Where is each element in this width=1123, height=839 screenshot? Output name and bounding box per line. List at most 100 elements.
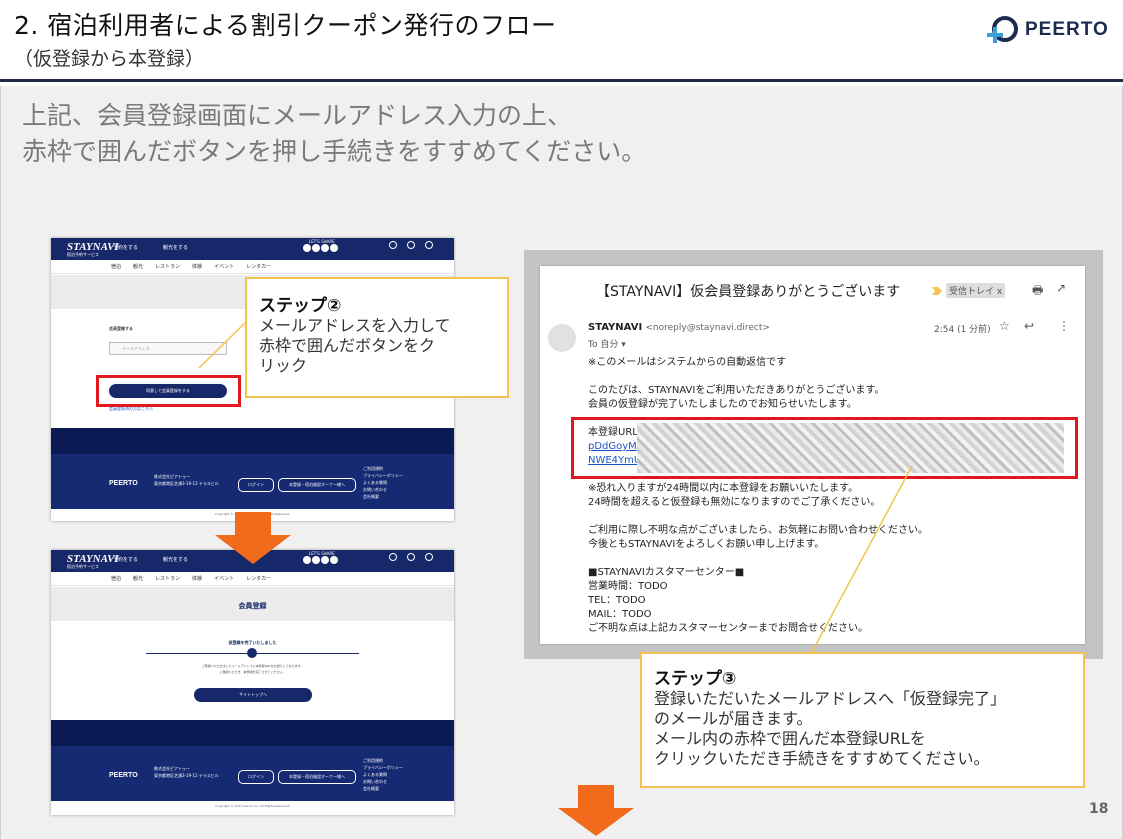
share-icon[interactable]: [303, 556, 311, 564]
subnav-item[interactable]: 宿泊: [111, 264, 121, 270]
footer-link[interactable]: お問い合わせ: [363, 779, 387, 785]
inbox-label[interactable]: 受信トレイ x: [946, 283, 1006, 298]
subnav-item[interactable]: レストラン: [155, 264, 180, 270]
header-link-sightseeing[interactable]: 観光をする: [163, 556, 188, 563]
email-body-line: 会員の仮登録が完了いたしましたのでお知らせいたします。: [588, 399, 857, 410]
share-icon[interactable]: [330, 244, 338, 252]
site-subnav: 宿泊 観光 レストラン 体験 イベント レンタカー: [51, 260, 454, 274]
share-icon[interactable]: [312, 556, 320, 564]
email-body: ※このメールはシステムからの自動返信です このたびは、STAYNAVIをご利用い…: [588, 356, 928, 636]
footer-link[interactable]: 会社概要: [363, 494, 379, 500]
step3-body: 登録いただいたメールアドレスへ「仮登録完了」 のメールが届きます。 メール内の赤…: [654, 689, 1071, 769]
share-icons: [303, 244, 338, 252]
avatar: [548, 324, 576, 352]
step2-title: ステップ②: [259, 296, 342, 316]
subnav-item[interactable]: 体験: [192, 576, 202, 582]
share-icon[interactable]: [321, 556, 329, 564]
sender-name: STAYNAVI: [588, 322, 643, 333]
footer-owner-button[interactable]: 本登録・宿泊施設オーナー様へ: [278, 478, 356, 492]
open-new-window-icon[interactable]: ↗: [1056, 281, 1066, 295]
email-body-line: 営業時間：TODO: [588, 581, 668, 592]
highlight-registration-url: [571, 417, 1078, 479]
subnav-item[interactable]: 観光: [133, 576, 143, 582]
more-icon[interactable]: ⋮: [1058, 319, 1070, 333]
step2-callout: ステップ② メールアドレスを入力して 赤枠で囲んだボタンをク リック: [245, 277, 509, 398]
register-icon[interactable]: [407, 241, 415, 249]
site-top-button[interactable]: サイトトップへ: [194, 688, 312, 702]
complete-note: ご登録いただきましたメールアドレスに本登録URLをお送りしております。: [201, 664, 304, 668]
email-time: 2:54 (1 分前): [934, 325, 991, 335]
subnav-item[interactable]: イベント: [214, 264, 234, 270]
lead-line: 赤枠で囲んだボタンを押し手続きをすすめてください。: [22, 137, 647, 166]
star-icon[interactable]: ☆: [999, 319, 1010, 333]
header-link-sightseeing[interactable]: 観光をする: [163, 244, 188, 251]
email-recipient[interactable]: To 自分 ▾: [588, 337, 626, 350]
login-icon[interactable]: [425, 553, 433, 561]
email-body-line: ※このメールはシステムからの自動返信です: [588, 357, 787, 368]
subnav-item[interactable]: レストラン: [155, 576, 180, 582]
footer-login-button[interactable]: ログイン: [238, 478, 274, 492]
site-footer: PEERTO 株式会社ピアトゥー 東京都港区芝浦3-19-12 テラスビル ログ…: [51, 454, 454, 509]
complete-message: 仮登録を完了いたしました: [228, 640, 277, 645]
footer-link[interactable]: ご利用規約: [363, 758, 383, 764]
email-body-line: [588, 370, 928, 384]
footer-link[interactable]: よくある質問: [363, 772, 387, 778]
step2-line: メールアドレスを入力して: [259, 316, 451, 335]
share-icon[interactable]: [330, 556, 338, 564]
email-body-line: 今後ともSTAYNAVIをよろしくお願い申し上げます。: [588, 539, 825, 550]
subnav-item[interactable]: 観光: [133, 264, 143, 270]
footer-link[interactable]: プライバシーポリシー: [363, 765, 403, 771]
reply-icon[interactable]: ↩: [1024, 319, 1034, 333]
subnav-item[interactable]: 体験: [192, 264, 202, 270]
site-dark-band: [51, 428, 454, 454]
header-link-reserve[interactable]: 予約をする: [113, 556, 138, 563]
email-body-line: 24時間を超えると仮登録も無効になりますのでご了承ください。: [588, 497, 881, 508]
subnav-item[interactable]: レンタカー: [246, 264, 271, 270]
slide-subtitle: （仮登録から本登録）: [14, 48, 205, 70]
footer-link[interactable]: ご利用規約: [363, 466, 383, 472]
site-footer: PEERTO 株式会社ピアトゥー 東京都港区芝浦3-19-12 テラスビル ログ…: [51, 746, 454, 801]
site-brand-sub: 宿泊予約サービス: [67, 564, 99, 569]
help-icon[interactable]: [389, 553, 397, 561]
footer-address: 東京都港区芝浦3-19-12 テラスビル: [154, 481, 219, 486]
footer-owner-button[interactable]: 本登録・宿泊施設オーナー様へ: [278, 770, 356, 784]
page-number: 18: [1089, 801, 1109, 817]
email-body-line: [588, 510, 928, 524]
footer-link[interactable]: 会社概要: [363, 786, 379, 792]
email-body-line: ご利用に際し不明な点がございましたら、お気軽にお問い合わせください。: [588, 525, 928, 536]
subnav-item[interactable]: イベント: [214, 576, 234, 582]
register-icon[interactable]: [407, 553, 415, 561]
subnav-item[interactable]: 宿泊: [111, 576, 121, 582]
share-icon[interactable]: [303, 244, 311, 252]
subnav-item[interactable]: レンタカー: [246, 576, 271, 582]
header-icons: [389, 553, 433, 561]
email-body-line: ■STAYNAVIカスタマーセンター■: [588, 567, 745, 578]
step3-line: 登録いただいたメールアドレスへ「仮登録完了」: [654, 689, 1007, 708]
lead-line: 上記、会員登録画面にメールアドレス入力の上、: [22, 101, 573, 130]
registration-complete-screenshot: STAYNAVI 宿泊予約サービス 予約をする 観光をする LET'S SHAR…: [51, 550, 454, 815]
footer-link[interactable]: お問い合わせ: [363, 487, 387, 493]
header-link-reserve[interactable]: 予約をする: [113, 244, 138, 251]
footer-link[interactable]: よくある質問: [363, 480, 387, 486]
footer-link[interactable]: プライバシーポリシー: [363, 473, 403, 479]
share-icon[interactable]: [312, 244, 320, 252]
print-icon[interactable]: 🖶: [1032, 281, 1043, 302]
copyright: Copyright © 2021 Peerto Inc. All Rights …: [214, 804, 291, 808]
step3-line: メール内の赤枠で囲んだ本登録URLを: [654, 729, 926, 748]
step3-title: ステップ③: [654, 669, 737, 689]
footer-address: 東京都港区芝浦3-19-12 テラスビル: [154, 773, 219, 778]
lead-text: 上記、会員登録画面にメールアドレス入力の上、 赤枠で囲んだボタンを押し手続きをす…: [22, 98, 646, 170]
help-icon[interactable]: [389, 241, 397, 249]
logo-text: PEERTO: [1025, 19, 1109, 40]
login-icon[interactable]: [425, 241, 433, 249]
step3-line: のメールが届きます。: [654, 709, 813, 728]
email-body-line: TEL：TODO: [588, 595, 646, 606]
footer-logo: PEERTO: [109, 480, 138, 487]
site-brand-sub: 宿泊予約サービス: [67, 252, 99, 257]
site-subnav: 宿泊 観光 レストラン 体験 イベント レンタカー: [51, 572, 454, 586]
share-icon[interactable]: [321, 244, 329, 252]
email-input[interactable]: メールアドレス: [109, 342, 227, 355]
footer-login-button[interactable]: ログイン: [238, 770, 274, 784]
email-body-line: MAIL：TODO: [588, 609, 652, 620]
important-marker-icon[interactable]: [932, 286, 942, 296]
